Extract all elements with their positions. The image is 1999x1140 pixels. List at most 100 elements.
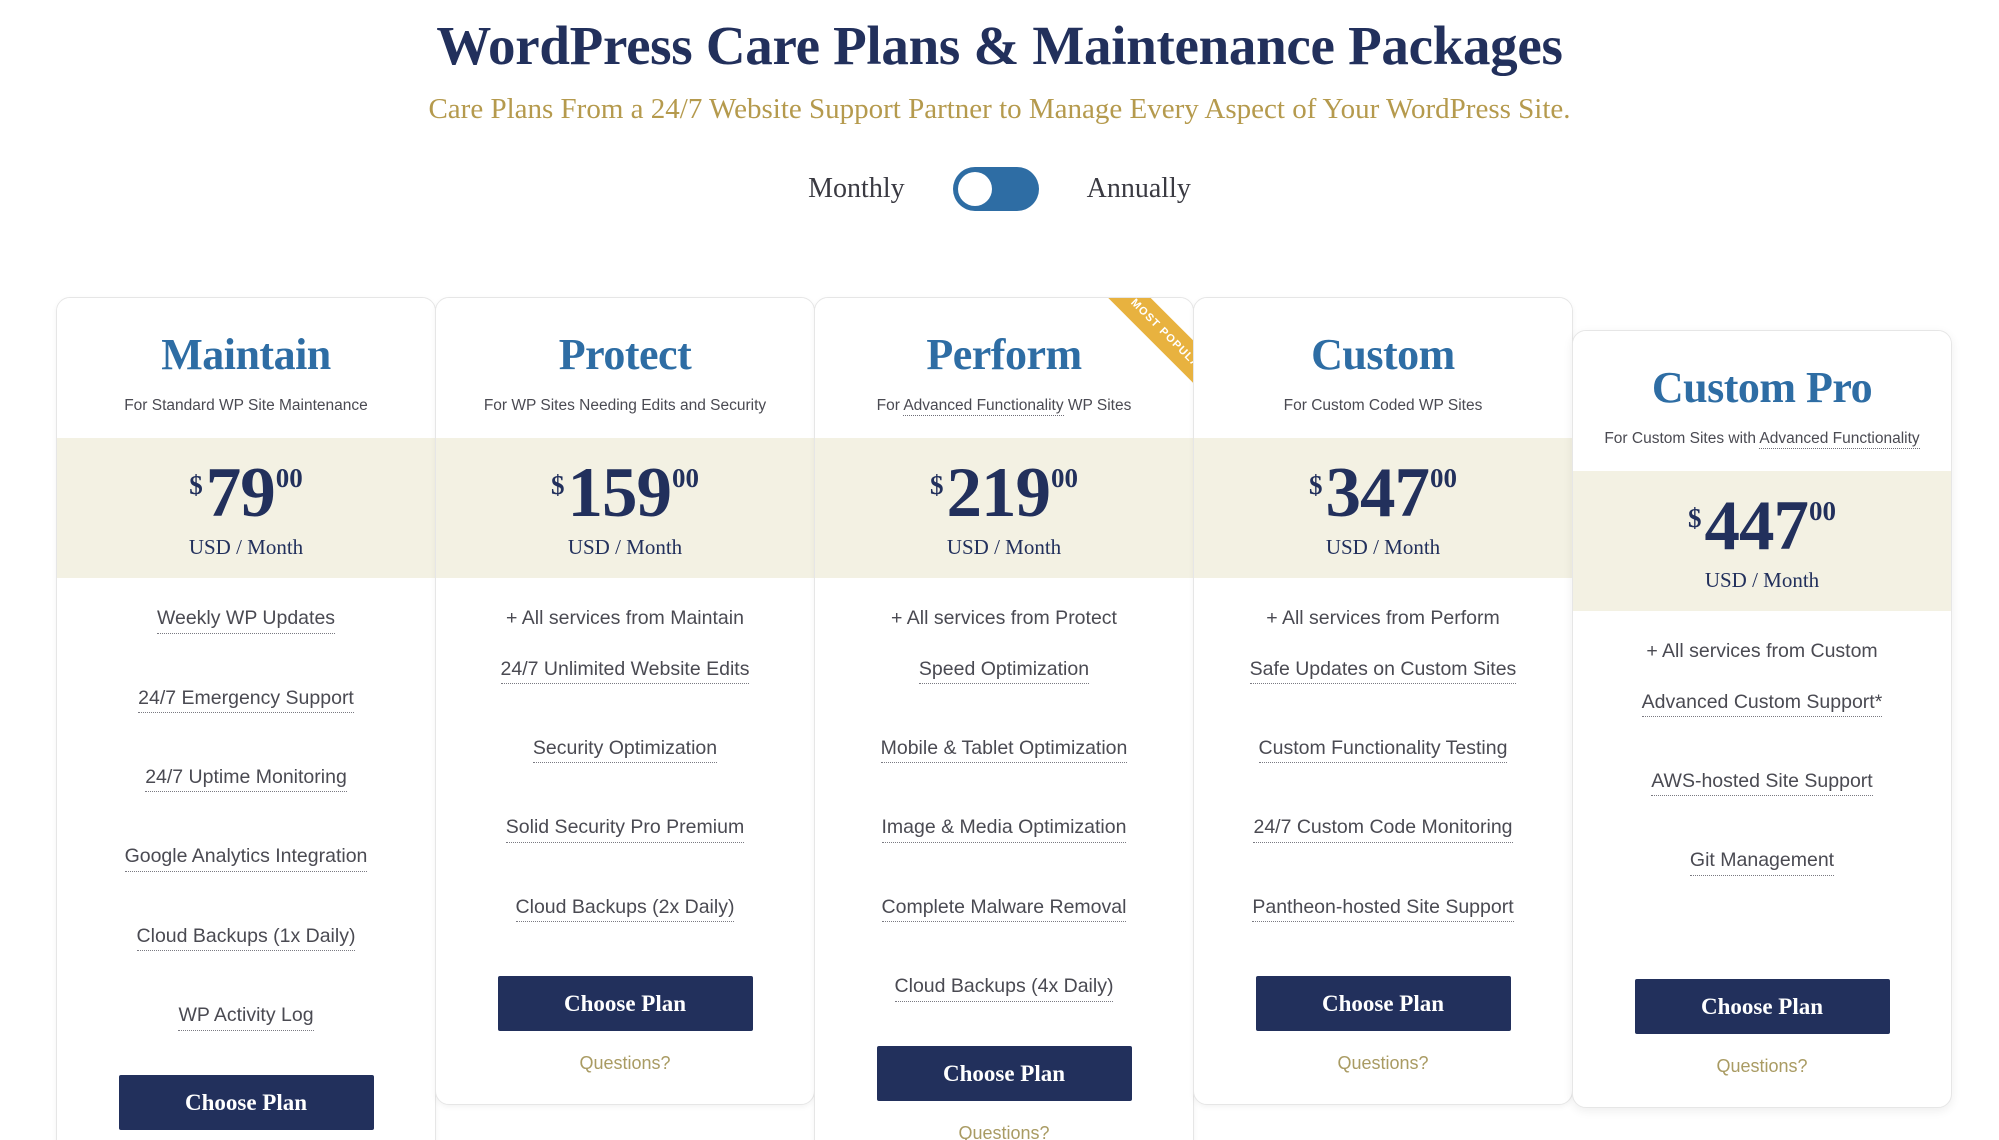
currency-symbol: $ xyxy=(1309,470,1323,501)
price-amount: 219 xyxy=(946,454,1051,533)
price-cents: 00 xyxy=(672,463,699,494)
feature-label[interactable]: Git Management xyxy=(1689,848,1835,876)
feature-label[interactable]: 24/7 Custom Code Monitoring xyxy=(1253,815,1513,843)
questions-link[interactable]: Questions? xyxy=(829,1123,1179,1140)
plan-name: Perform xyxy=(926,330,1082,379)
price: $159 00 xyxy=(446,458,804,529)
feature-label[interactable]: Google Analytics Integration xyxy=(124,844,368,872)
pricing-cards-row: Maintain For Standard WP Site Maintenance… xyxy=(56,297,1956,1140)
feature-label[interactable]: 24/7 Uptime Monitoring xyxy=(145,765,347,793)
price-cents: 00 xyxy=(1430,463,1457,494)
feature-label[interactable]: Advanced Custom Support* xyxy=(1641,690,1883,718)
plan-tagline: For WP Sites Needing Edits and Security xyxy=(452,396,798,416)
card-footer: Choose Plan Questions? xyxy=(815,1034,1193,1140)
feature-item: + All services from Perform xyxy=(1208,606,1558,630)
feature-item: Solid Security Pro Premium xyxy=(450,815,800,868)
feature-item: Google Analytics Integration xyxy=(71,844,421,897)
page-header: WordPress Care Plans & Maintenance Packa… xyxy=(0,0,1999,129)
feature-item: WP Activity Log xyxy=(71,1003,421,1056)
plan-tagline-link[interactable]: Advanced Functionality xyxy=(1759,430,1920,450)
feature-label[interactable]: Mobile & Tablet Optimization xyxy=(880,736,1128,764)
feature-item: + All services from Maintain xyxy=(450,606,800,630)
feature-label[interactable]: 24/7 Unlimited Website Edits xyxy=(500,657,750,685)
feature-item: AWS-hosted Site Support xyxy=(1587,769,1937,822)
feature-item: Complete Malware Removal xyxy=(829,895,1179,948)
price-period: USD / Month xyxy=(946,535,1062,560)
feature-label[interactable]: Cloud Backups (4x Daily) xyxy=(894,974,1114,1002)
currency-symbol: $ xyxy=(930,470,944,501)
feature-label[interactable]: Complete Malware Removal xyxy=(881,895,1127,923)
plan-tagline-text: For Standard WP Site Maintenance xyxy=(124,397,368,415)
plan-tagline: For Standard WP Site Maintenance xyxy=(73,396,419,416)
page-title: WordPress Care Plans & Maintenance Packa… xyxy=(436,15,1563,76)
feature-item: Custom Functionality Testing xyxy=(1208,736,1558,789)
feature-list: + All services from Custom Advanced Custo… xyxy=(1573,611,1951,966)
feature-label[interactable]: Image & Media Optimization xyxy=(881,815,1127,843)
feature-item: + All services from Custom xyxy=(1587,639,1937,663)
feature-label[interactable]: Weekly WP Updates xyxy=(156,606,336,634)
feature-label[interactable]: Cloud Backups (1x Daily) xyxy=(136,924,356,952)
price-cents: 00 xyxy=(275,463,303,494)
page-subtitle: Care Plans From a 24/7 Website Support P… xyxy=(428,92,1571,125)
choose-plan-button[interactable]: Choose Plan xyxy=(1634,978,1890,1034)
feature-label: + All services from Custom xyxy=(1646,640,1878,663)
feature-label[interactable]: Custom Functionality Testing xyxy=(1258,736,1508,764)
feature-item: Cloud Backups (1x Daily) xyxy=(71,924,421,977)
questions-link[interactable]: Questions? xyxy=(1587,1056,1937,1077)
plan-tagline: For Advanced Functionality WP Sites xyxy=(831,396,1177,417)
feature-item: Image & Media Optimization xyxy=(829,815,1179,868)
feature-label[interactable]: Speed Optimization xyxy=(918,657,1090,685)
price-period: USD / Month xyxy=(188,535,304,560)
feature-item: 24/7 Emergency Support xyxy=(71,686,421,739)
price-period: USD / Month xyxy=(567,535,683,560)
feature-item: Cloud Backups (2x Daily) xyxy=(450,895,800,948)
plan-name: Protect xyxy=(558,330,692,379)
feature-list: Weekly WP Updates 24/7 Emergency Support 2… xyxy=(57,578,435,1062)
feature-label[interactable]: Pantheon-hosted Site Support xyxy=(1252,895,1514,923)
feature-label[interactable]: Solid Security Pro Premium xyxy=(505,815,745,843)
feature-label[interactable]: 24/7 Emergency Support xyxy=(138,686,354,714)
choose-plan-button[interactable]: Choose Plan xyxy=(876,1045,1132,1101)
plan-tagline: For Custom Coded WP Sites xyxy=(1210,396,1556,416)
billing-toggle-switch[interactable] xyxy=(952,166,1039,211)
currency-symbol: $ xyxy=(551,470,565,501)
feature-label[interactable]: AWS-hosted Site Support xyxy=(1651,769,1873,797)
pricing-card: MOST POPULAR Perform For Advanced Function… xyxy=(814,297,1194,1140)
feature-item: Pantheon-hosted Site Support xyxy=(1208,895,1558,948)
price: $219 00 xyxy=(825,458,1183,529)
card-footer: Choose Plan Questions? xyxy=(436,964,814,1104)
questions-link[interactable]: Questions? xyxy=(450,1053,800,1074)
choose-plan-button[interactable]: Choose Plan xyxy=(118,1074,374,1130)
feature-item: Security Optimization xyxy=(450,736,800,789)
feature-item: Mobile & Tablet Optimization xyxy=(829,736,1179,789)
feature-label[interactable]: Safe Updates on Custom Sites xyxy=(1249,657,1517,685)
price-band: $447 00 USD / Month xyxy=(1573,471,1951,612)
feature-label[interactable]: Security Optimization xyxy=(532,736,718,764)
card-header: Custom Pro For Custom Sites with Advanced… xyxy=(1573,331,1951,472)
billing-label-monthly[interactable]: Monthly xyxy=(808,174,904,203)
questions-link[interactable]: Questions? xyxy=(1208,1053,1558,1074)
price: $347 00 xyxy=(1204,458,1562,529)
plan-tagline-text: For Custom Sites with xyxy=(1604,430,1760,448)
price-amount: 447 xyxy=(1704,487,1809,566)
feature-item: Speed Optimization xyxy=(829,657,1179,710)
currency-symbol: $ xyxy=(189,470,203,501)
choose-plan-button[interactable]: Choose Plan xyxy=(1255,975,1511,1031)
plan-tagline-link[interactable]: Advanced Functionality xyxy=(903,397,1064,417)
feature-item: Git Management xyxy=(1587,848,1937,901)
feature-item: 24/7 Uptime Monitoring xyxy=(71,765,421,818)
pricing-card: Custom For Custom Coded WP Sites $347 00 USD… xyxy=(1193,297,1573,1105)
feature-list: + All services from Perform Safe Updates … xyxy=(1194,578,1572,963)
price-band: $79 00 USD / Month xyxy=(57,438,435,579)
plan-tagline: For Custom Sites with Advanced Functiona… xyxy=(1589,429,1935,450)
card-footer: Choose PlanQuestions? xyxy=(57,1063,435,1140)
feature-label[interactable]: Cloud Backups (2x Daily) xyxy=(515,895,735,923)
billing-label-annually[interactable]: Annually xyxy=(1087,174,1191,203)
feature-label[interactable]: WP Activity Log xyxy=(178,1003,314,1031)
choose-plan-button[interactable]: Choose Plan xyxy=(497,975,753,1031)
feature-item: Advanced Custom Support* xyxy=(1587,690,1937,743)
feature-item: Safe Updates on Custom Sites xyxy=(1208,657,1558,710)
feature-list: + All services from Protect Speed Optimiz… xyxy=(815,578,1193,1033)
card-footer: Choose Plan Questions? xyxy=(1573,967,1951,1107)
feature-label: + All services from Protect xyxy=(891,607,1117,630)
